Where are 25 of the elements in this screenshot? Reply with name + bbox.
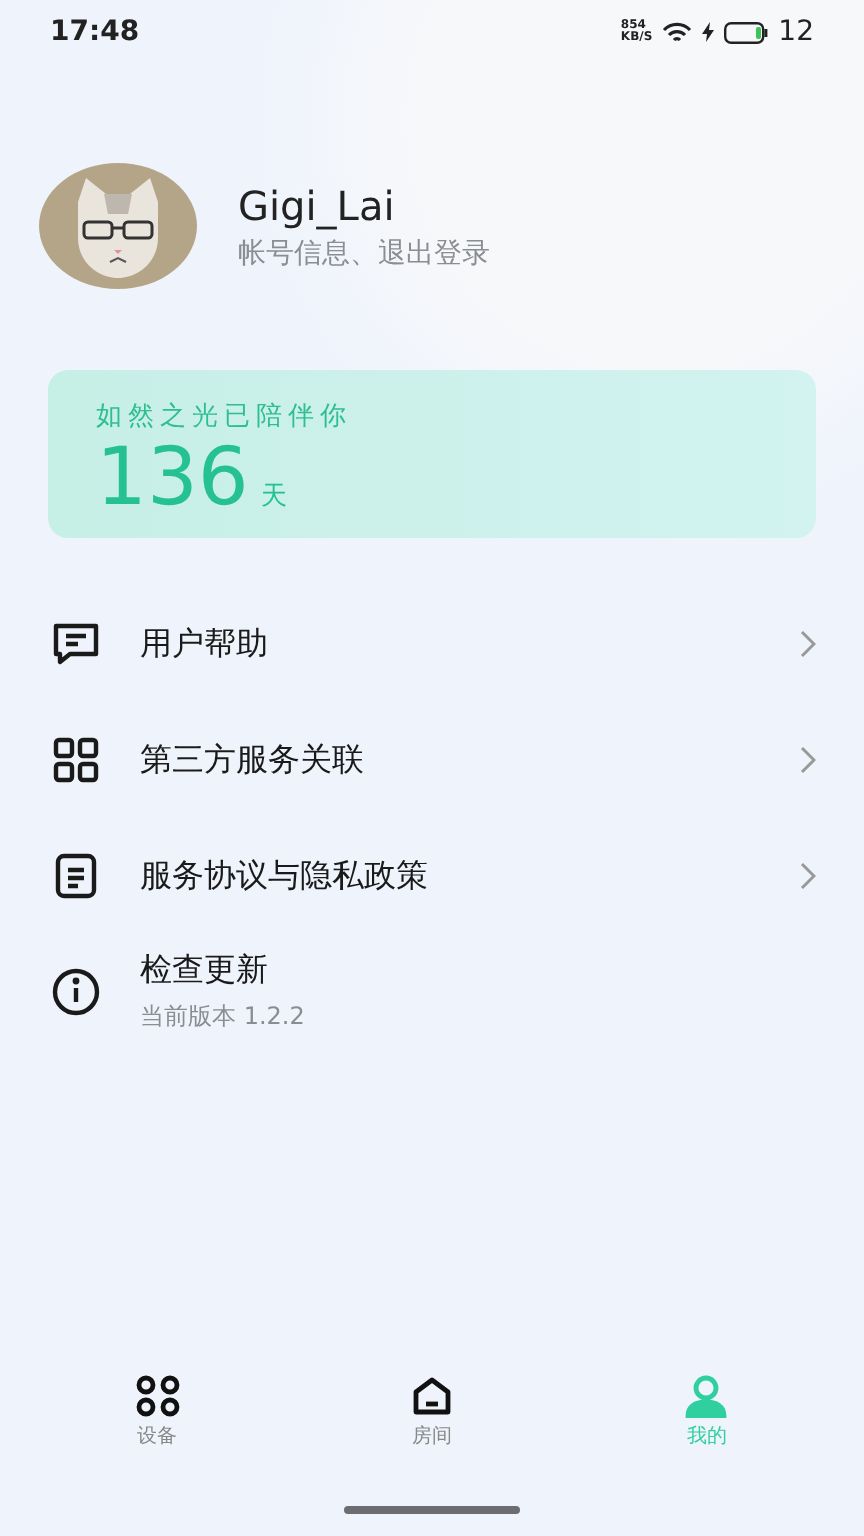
menu-item[interactable]: 用户帮助 — [50, 586, 816, 702]
avatar[interactable] — [38, 162, 198, 290]
card-caption: 如然之光已陪伴你 — [96, 400, 352, 434]
menu-label: 服务协议与隐私政策 — [140, 855, 428, 897]
version-text: 当前版本 1.2.2 — [140, 1000, 305, 1034]
battery-level: 12 — [778, 16, 814, 48]
grid-icon — [50, 734, 102, 786]
battery-icon — [724, 21, 769, 43]
info-icon — [50, 966, 102, 1018]
day-unit: 天 — [260, 480, 287, 514]
wifi-icon — [662, 21, 693, 43]
chat-icon — [50, 618, 102, 670]
status-time: 17:48 — [50, 16, 140, 48]
menu-label: 第三方服务关联 — [140, 739, 364, 781]
user-name: Gigi_Lai — [238, 181, 397, 229]
menu-item[interactable]: 第三方服务关联 — [50, 702, 816, 818]
menu-label: 用户帮助 — [140, 623, 268, 665]
menu-label: 检查更新 — [140, 950, 268, 992]
person-icon — [682, 1374, 731, 1418]
document-icon — [50, 850, 102, 902]
charging-icon — [702, 22, 715, 42]
menu-item[interactable]: 检查更新 当前版本 1.2.2 — [50, 934, 816, 1050]
day-count: 136 — [96, 434, 249, 522]
menu-item[interactable]: 服务协议与隐私政策 — [50, 818, 816, 934]
grid-icon — [133, 1374, 182, 1418]
